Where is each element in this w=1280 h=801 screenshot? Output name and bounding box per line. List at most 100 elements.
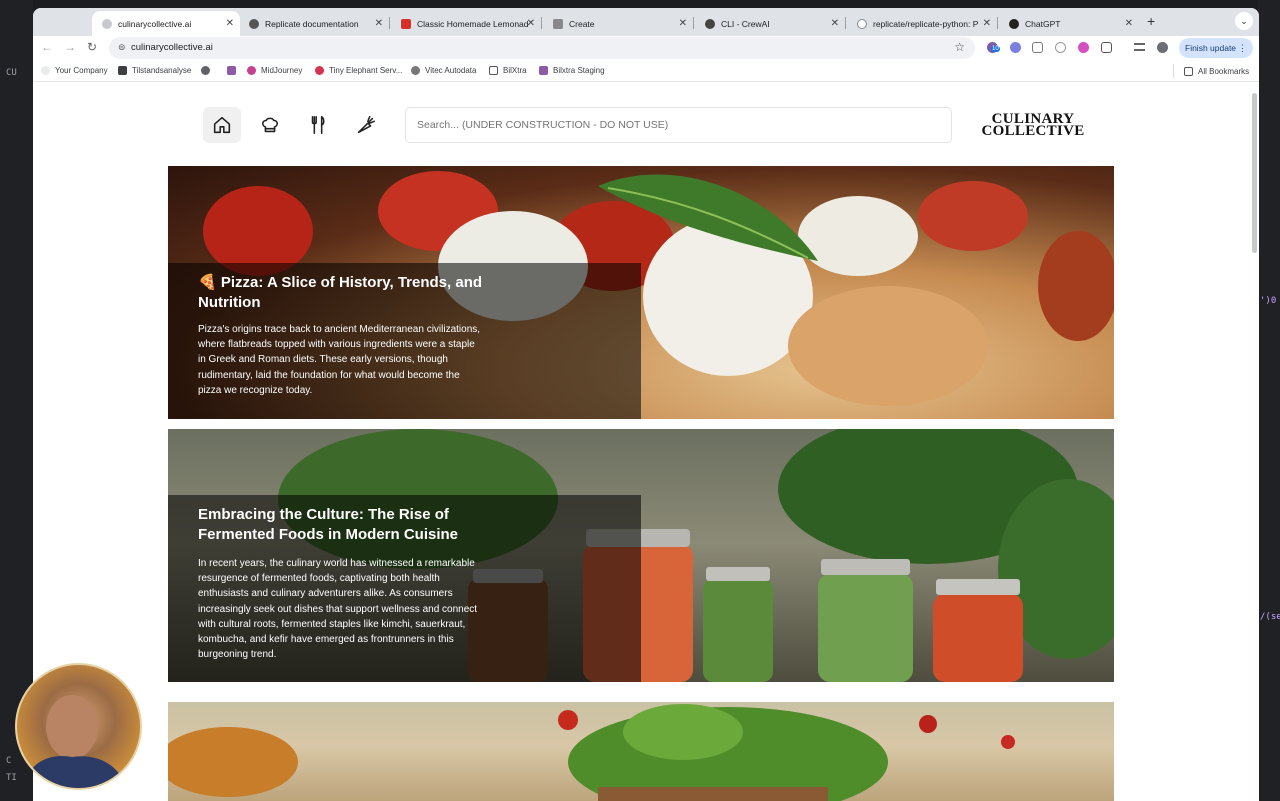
logo-line-2: COLLECTIVE xyxy=(981,123,1085,139)
crewai-icon xyxy=(705,18,715,29)
flag-icon xyxy=(539,66,548,75)
close-icon[interactable]: ✕ xyxy=(1125,18,1133,29)
browser-window: culinarycollective.ai ✕ Replicate docume… xyxy=(33,8,1259,801)
carrot-icon xyxy=(357,115,376,134)
webcam-overlay xyxy=(15,663,142,790)
site-info-icon[interactable]: ⊜ xyxy=(118,42,128,52)
browser-toolbar: ← → ↻ ⊜ culinarycollective.ai ☆ 10 Finis… xyxy=(33,36,1259,60)
tab-title: replicate/replicate-python: P xyxy=(873,18,979,29)
cutlery-icon xyxy=(311,115,325,135)
extension-count: 10 xyxy=(991,46,1000,52)
bookmark-item[interactable]: Tilstandsanalyse xyxy=(118,66,191,75)
tab-title: Replicate documentation xyxy=(265,18,359,29)
salad-illustration xyxy=(168,704,1015,801)
recipe-site-icon xyxy=(401,18,411,29)
midjourney-icon xyxy=(247,66,256,75)
bookmark-item[interactable]: Tiny Elephant Serv... xyxy=(315,66,402,75)
reading-list-icon[interactable] xyxy=(1134,43,1145,51)
bookmark-label: Tiny Elephant Serv... xyxy=(329,66,403,75)
article-title[interactable]: 🍕 Pizza: A Slice of History, Trends, and… xyxy=(198,273,488,313)
back-icon[interactable]: ← xyxy=(41,40,53,54)
bookmark-label: Vitec Autodata xyxy=(425,66,477,75)
home-nav-button[interactable] xyxy=(203,107,241,143)
tab-divider xyxy=(389,17,390,29)
bookmark-label: Bilxtra Staging xyxy=(553,66,605,75)
bookmark-item[interactable]: Bilxtra Staging xyxy=(539,66,605,75)
finish-update-button[interactable]: Finish update ⋮ xyxy=(1179,38,1253,58)
ingredients-nav-button[interactable] xyxy=(347,107,385,143)
close-icon[interactable]: ✕ xyxy=(226,18,234,29)
replicate-icon xyxy=(249,18,259,29)
globe-icon xyxy=(201,66,210,75)
tab-search-icon[interactable]: ⌄ xyxy=(1235,12,1253,30)
editor-label: C xyxy=(6,756,12,766)
bookmark-item[interactable]: BilXtra xyxy=(489,66,527,75)
article-excerpt: Pizza's origins trace back to ancient Me… xyxy=(198,324,481,396)
article-title[interactable]: Embracing the Culture: The Rise of Ferme… xyxy=(198,505,468,545)
reload-icon[interactable]: ↻ xyxy=(87,40,97,54)
globe-icon xyxy=(102,18,112,29)
clipboard-extension-icon[interactable] xyxy=(1032,42,1043,53)
tab-title: ChatGPT xyxy=(1025,18,1061,29)
bookmark-label: MidJourney xyxy=(261,66,303,75)
editor-code: ')0 xyxy=(1260,296,1277,306)
puzzle-icon[interactable] xyxy=(1101,42,1112,53)
bookmark-item[interactable]: MidJourney xyxy=(247,66,302,75)
scrollbar[interactable] xyxy=(1252,93,1257,253)
article-card-pizza[interactable]: 🍕 Pizza: A Slice of History, Trends, and… xyxy=(168,166,1114,419)
close-icon[interactable]: ✕ xyxy=(831,18,839,29)
tab-title: culinarycollective.ai xyxy=(118,18,192,29)
bookmark-star-icon[interactable]: ☆ xyxy=(954,40,965,54)
new-tab-button[interactable]: + xyxy=(1147,13,1155,29)
background-editor-left: CU C TI xyxy=(0,0,33,801)
tab-divider xyxy=(693,17,694,29)
kebab-menu-icon[interactable]: ⋮ xyxy=(1238,38,1247,58)
editor-label: CU xyxy=(6,68,17,78)
elephant-icon xyxy=(315,66,324,75)
tab-culinary[interactable]: culinarycollective.ai ✕ xyxy=(92,11,240,36)
editor-label: TI xyxy=(6,773,17,783)
address-bar[interactable]: ⊜ culinarycollective.ai ☆ xyxy=(109,37,975,59)
bookmark-item[interactable]: Your Company xyxy=(41,66,108,75)
article-card-salad[interactable] xyxy=(168,702,1114,801)
article-card-fermented[interactable]: Embracing the Culture: The Rise of Ferme… xyxy=(168,429,1114,682)
chef-nav-button[interactable] xyxy=(251,107,289,143)
tab-lemonade[interactable]: Classic Homemade Lemonad ✕ xyxy=(391,11,541,36)
tab-title: CLI - CrewAI xyxy=(721,18,770,29)
bookmark-label: Tilstandsanalyse xyxy=(132,66,192,75)
create-icon xyxy=(553,18,563,29)
vitec-icon xyxy=(411,66,420,75)
tab-crewai[interactable]: CLI - CrewAI ✕ xyxy=(695,11,845,36)
code-extension-icon[interactable] xyxy=(1055,42,1066,53)
close-icon[interactable]: ✕ xyxy=(527,18,535,29)
bookmark-item[interactable]: Vitec Autodata xyxy=(411,66,476,75)
bookmark-label: BilXtra xyxy=(503,66,527,75)
gear-extension-icon[interactable] xyxy=(1010,42,1021,53)
tab-chatgpt[interactable]: ChatGPT ✕ xyxy=(999,11,1139,36)
color-extension-icon[interactable] xyxy=(1078,42,1089,53)
article-title-text: Pizza: A Slice of History, Trends, and N… xyxy=(198,274,483,311)
web-page: CULINARY COLLECTIVE 🍕 Pizza xyxy=(33,83,1259,801)
search-input[interactable] xyxy=(405,107,952,143)
finish-update-label: Finish update xyxy=(1185,43,1237,53)
close-icon[interactable]: ✕ xyxy=(375,18,383,29)
forward-icon[interactable]: → xyxy=(64,40,76,54)
chef-hat-icon xyxy=(262,117,278,133)
pizza-icon: 🍕 xyxy=(198,274,217,291)
recipes-nav-button[interactable] xyxy=(299,107,337,143)
tab-divider xyxy=(541,17,542,29)
bookmark-item[interactable] xyxy=(201,66,215,75)
tab-bar: culinarycollective.ai ✕ Replicate docume… xyxy=(33,8,1259,36)
culinary-collective-logo[interactable]: CULINARY COLLECTIVE xyxy=(971,112,1095,139)
bookmark-item[interactable] xyxy=(227,66,241,75)
tab-replicate-docs[interactable]: Replicate documentation ✕ xyxy=(239,11,389,36)
close-icon[interactable]: ✕ xyxy=(983,18,991,29)
all-bookmarks-label: All Bookmarks xyxy=(1198,66,1250,76)
tab-replicate-python[interactable]: replicate/replicate-python: P ✕ xyxy=(847,11,997,36)
close-icon[interactable]: ✕ xyxy=(679,18,687,29)
folder-icon xyxy=(1184,66,1193,76)
tab-create[interactable]: Create ✕ xyxy=(543,11,693,36)
all-bookmarks[interactable]: All Bookmarks xyxy=(1173,64,1249,78)
avatar[interactable] xyxy=(1157,42,1168,53)
bookmark-label: Your Company xyxy=(55,66,108,75)
